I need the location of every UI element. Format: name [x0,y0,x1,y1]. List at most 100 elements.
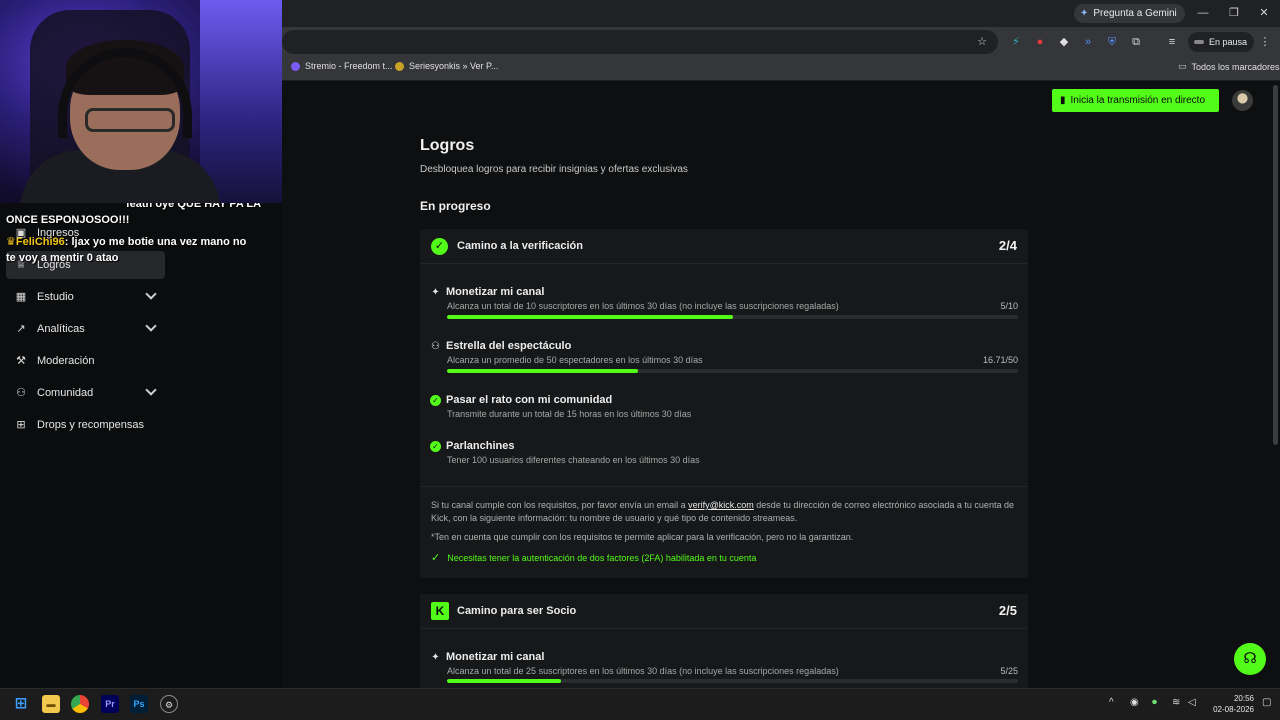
stremio-icon [291,61,300,71]
webcam-backlight [200,0,282,203]
sidebar-item-comunidad[interactable]: ⚇ Comunidad [15,379,165,407]
shield-icon[interactable]: ⛨ [1105,35,1119,49]
sidebar-item-analiticas[interactable]: ↗ Analíticas [15,315,165,343]
microphone-icon[interactable]: ⏺ [1152,697,1157,708]
taskbar-clock[interactable]: 20:56 02-08-2026 [1204,693,1254,715]
webcam-overlay [0,0,282,203]
extension-wave-icon[interactable]: » [1081,35,1095,49]
support-chat-button[interactable]: ☊ [1234,643,1266,675]
task-description: Tener 100 usuarios diferentes chateando … [447,455,700,465]
app-icon[interactable]: ⚙ [160,695,178,713]
progress-bar [447,679,1018,683]
task-progress-value: 16.71/50 [982,355,1018,365]
task-progress-value: 5/25 [1000,666,1018,676]
requirement-2fa: ✓ Necesitas tener la autenticación de do… [431,552,757,564]
minimize-icon[interactable]: — [1193,4,1213,22]
file-explorer-icon[interactable]: ▬ [42,695,60,713]
pause-label: En pausa [1209,37,1248,47]
sparkle-icon: ✦ [431,652,440,663]
page-title: Logros [420,137,475,154]
scrollbar-thumb[interactable] [1273,85,1278,445]
gemini-button[interactable]: ✦ Pregunta a Gemini [1074,4,1185,23]
volume-icon[interactable]: ◁ [1188,697,1196,708]
photoshop-icon[interactable]: Ps [130,695,148,713]
task-item: ⚇ Estrella del espectáculo Alcanza un pr… [430,340,1018,376]
kick-k-icon: K [431,602,449,620]
gemini-icon: ✦ [1080,8,1089,19]
kick-logo-icon: ▮ [1060,95,1066,106]
card-divider [420,486,1028,487]
sidebar-item-moderacion[interactable]: ⚒ Moderación [15,347,165,375]
chrome-icon[interactable] [71,695,89,713]
task-item: ✦ Monetizar mi canal Alcanza un total de… [430,286,1018,322]
profile-icon [1194,40,1204,44]
task-description: Alcanza un promedio de 50 espectadores e… [447,355,703,365]
windows-start-icon[interactable]: ⊞ [12,695,30,713]
headset-icon: ☊ [1243,650,1257,667]
extension-icon[interactable]: ⚡ [1009,35,1023,49]
chevron-down-icon [145,384,157,396]
verify-email-link[interactable]: verify@kick.com [688,500,754,510]
viewers-icon: ⚇ [431,341,440,352]
bookmark-seriesyonkis[interactable]: Seriesyonkis » Ver P... [395,61,498,71]
progress-bar [447,315,1018,319]
wifi-icon[interactable]: ≋ [1172,697,1180,708]
task-item: ✓ Parlanchines Tener 100 usuarios difere… [430,440,1018,468]
card-title: Camino a la verificación [457,240,583,252]
card-header: ✓ Camino a la verificación 2/4 [420,229,1028,264]
webcam-glasses [85,108,175,132]
restore-icon[interactable]: ❐ [1224,4,1244,22]
task-title: Estrella del espectáculo [446,340,572,352]
card-count: 2/5 [998,603,1017,618]
sidebar-item-drops[interactable]: ⊞ Drops y recompensas [15,411,165,439]
check-circle-icon: ✓ [430,395,441,406]
address-bar[interactable] [282,30,998,54]
close-icon[interactable]: ✕ [1254,4,1274,22]
chat-text-cont: te voy a mentir 0 atao [6,252,119,264]
crown-icon: ♛ [6,236,16,248]
profile-paused-button[interactable]: En pausa [1188,32,1254,52]
tray-chevron-icon[interactable]: ^ [1109,697,1114,708]
media-control-icon[interactable]: ≡ [1165,35,1179,49]
task-description: Transmite durante un total de 15 horas e… [447,409,692,419]
discord-icon[interactable]: ◉ [1130,697,1139,708]
achievement-card-verification: ✓ Camino a la verificación 2/4 ✦ Monetiz… [420,229,1028,578]
chevron-down-icon [145,320,157,332]
chevron-down-icon [145,288,157,300]
task-description: Alcanza un total de 10 suscriptores en l… [447,301,839,311]
go-live-button[interactable]: ▮ Inicia la transmisión en directo [1052,89,1219,112]
task-title: Parlanchines [446,440,515,452]
screen: ✦ Pregunta a Gemini — ❐ ✕ ☆ ⚡ ● ◆ » ⛨ ⧉ … [0,0,1280,720]
bookmark-stremio[interactable]: Stremio - Freedom t... [291,61,393,71]
chat-text: : ljax yo me botie una vez mano no [64,236,247,248]
progress-fill [447,315,733,319]
windows-taskbar [0,688,1280,720]
task-item: ✓ Pasar el rato con mi comunidad Transmi… [430,394,1018,422]
task-title: Monetizar mi canal [446,651,545,663]
progress-bar [447,369,1018,373]
progress-fill [447,679,562,683]
community-icon: ⚇ [16,387,26,399]
sidebar-item-estudio[interactable]: ▦ Estudio [15,283,165,311]
clock-date: 02-08-2026 [1213,705,1254,714]
card-count: 2/4 [998,238,1017,253]
seriesyonkis-icon [395,61,404,71]
all-bookmarks[interactable]: ▭ Todos los marcadores [1178,61,1280,72]
notifications-icon[interactable]: ▢ [1262,697,1271,708]
extension-diamond-icon[interactable]: ◆ [1057,35,1071,49]
extension-red-icon[interactable]: ● [1033,35,1047,49]
check-circle-icon: ✓ [430,441,441,452]
chat-message: ♛FeliChi96: ljax yo me botie una vez man… [6,234,271,266]
achievement-card-partner: K Camino para ser Socio 2/5 ✦ Monetizar … [420,594,1028,688]
page-subtitle: Desbloquea logros para recibir insignias… [420,164,688,175]
bookmark-star-icon[interactable]: ☆ [975,35,989,49]
chat-username: FeliChi96 [15,236,65,248]
premiere-icon[interactable]: Pr [101,695,119,713]
check-icon: ✓ [431,552,441,564]
menu-kebab-icon[interactable]: ⋮ [1258,35,1272,49]
extensions-puzzle-icon[interactable]: ⧉ [1129,35,1143,49]
avatar[interactable] [1232,90,1253,111]
sparkle-icon: ✦ [431,287,440,298]
task-title: Pasar el rato con mi comunidad [446,394,613,406]
page-scrollbar[interactable] [1271,81,1280,688]
